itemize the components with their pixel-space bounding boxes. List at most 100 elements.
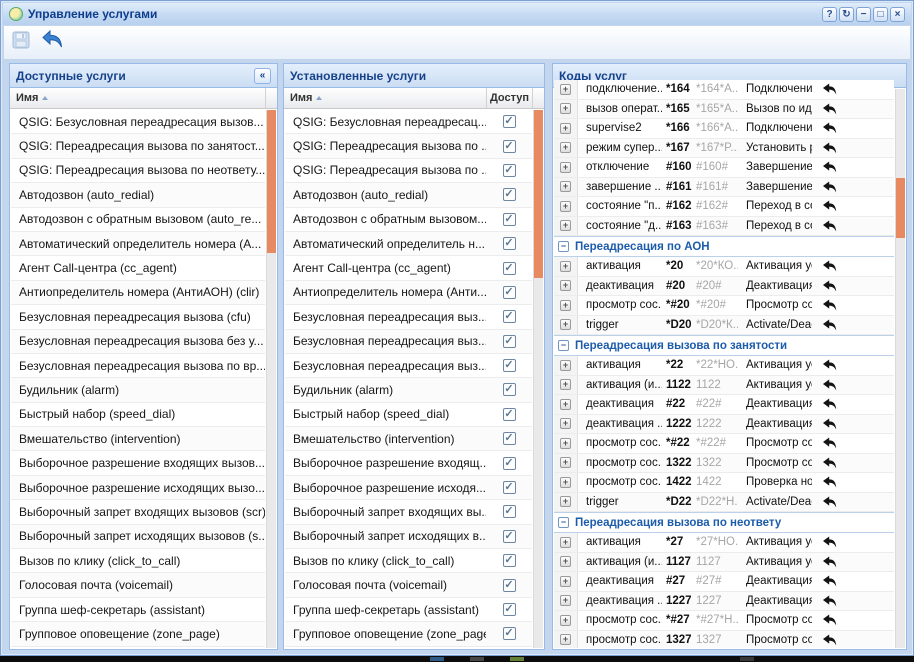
undo-code-button[interactable] bbox=[812, 181, 846, 193]
available-service-row[interactable]: Антиопределитель номера (АнтиАОН) (clir) bbox=[11, 281, 265, 305]
available-service-row[interactable]: Безусловная переадресация вызова по вр..… bbox=[11, 354, 265, 378]
available-service-row[interactable]: Агент Call-центра (cc_agent) bbox=[11, 256, 265, 280]
available-service-row[interactable]: QSIG: Переадресация вызова по занятост..… bbox=[11, 134, 265, 158]
expand-row-icon[interactable]: + bbox=[560, 123, 571, 134]
available-service-row[interactable]: Автодозвон с обратным вызовом (auto_re..… bbox=[11, 208, 265, 232]
access-checkbox[interactable]: ✓ bbox=[503, 457, 516, 470]
available-service-row[interactable]: Выборочный запрет входящих вызовов (scr) bbox=[11, 500, 265, 524]
available-scrollbar[interactable] bbox=[266, 110, 276, 648]
code-group-header[interactable]: −Переадресация по АОН bbox=[554, 236, 894, 257]
access-checkbox[interactable]: ✓ bbox=[503, 579, 516, 592]
collapse-group-icon[interactable]: − bbox=[558, 340, 569, 351]
access-checkbox[interactable]: ✓ bbox=[503, 213, 516, 226]
service-code-row[interactable]: +деактивация#22#22#Деактивация ... bbox=[554, 395, 894, 415]
collapse-panel-button[interactable]: « bbox=[254, 68, 271, 84]
undo-code-button[interactable] bbox=[812, 496, 846, 508]
undo-code-button[interactable] bbox=[812, 536, 846, 548]
service-code-row[interactable]: +подключение...*164*164*A...Подключение.… bbox=[554, 80, 894, 100]
service-code-row[interactable]: +состояние "п...#162#162#Переход в со... bbox=[554, 197, 894, 217]
undo-code-button[interactable] bbox=[812, 437, 846, 449]
installed-service-row[interactable]: Групповой вызов (cgg)✓ bbox=[285, 647, 532, 648]
codes-scrollbar-thumb[interactable] bbox=[896, 178, 905, 238]
access-checkbox[interactable]: ✓ bbox=[503, 262, 516, 275]
expand-row-icon[interactable]: + bbox=[560, 142, 571, 153]
code-group-header[interactable]: −Переадресация вызова по занятости bbox=[554, 335, 894, 356]
close-button[interactable]: × bbox=[890, 7, 905, 22]
expand-row-icon[interactable]: + bbox=[560, 261, 571, 272]
service-code-row[interactable]: +просмотр сос...13221322Просмотр со... bbox=[554, 454, 894, 474]
expand-row-icon[interactable]: + bbox=[560, 615, 571, 626]
installed-service-row[interactable]: Групповое оповещение (zone_page)✓ bbox=[285, 622, 532, 646]
service-code-row[interactable]: +просмотр сос...*#22*#22#Просмотр со... bbox=[554, 434, 894, 454]
expand-row-icon[interactable]: + bbox=[560, 576, 571, 587]
installed-scrollbar-thumb[interactable] bbox=[534, 110, 543, 278]
undo-code-button[interactable] bbox=[812, 359, 846, 371]
expand-row-icon[interactable]: + bbox=[560, 201, 571, 212]
available-service-row[interactable]: Групповой вызов (cgg) bbox=[11, 647, 265, 648]
undo-button[interactable] bbox=[42, 32, 64, 54]
access-checkbox[interactable]: ✓ bbox=[503, 505, 516, 518]
access-checkbox[interactable]: ✓ bbox=[503, 237, 516, 250]
expand-row-icon[interactable]: + bbox=[560, 181, 571, 192]
undo-code-button[interactable] bbox=[812, 595, 846, 607]
undo-code-button[interactable] bbox=[812, 476, 846, 488]
access-checkbox[interactable]: ✓ bbox=[503, 310, 516, 323]
service-code-row[interactable]: +просмотр сос...*#27*#27*Н...Просмотр со… bbox=[554, 611, 894, 631]
available-service-row[interactable]: Быстрый набор (speed_dial) bbox=[11, 403, 265, 427]
expand-row-icon[interactable]: + bbox=[560, 537, 571, 548]
access-checkbox[interactable]: ✓ bbox=[503, 603, 516, 616]
service-code-row[interactable]: +активация (и...11271127Активация ус... bbox=[554, 553, 894, 573]
available-service-row[interactable]: QSIG: Безусловная переадресация вызов... bbox=[11, 110, 265, 134]
service-code-row[interactable]: +активация*27*27*НО...Активация ус... bbox=[554, 533, 894, 553]
service-code-row[interactable]: +деактивация ...12221222Деактивация ... bbox=[554, 415, 894, 435]
undo-code-button[interactable] bbox=[812, 161, 846, 173]
expand-row-icon[interactable]: + bbox=[560, 477, 571, 488]
expand-row-icon[interactable]: + bbox=[560, 162, 571, 173]
installed-scrollbar[interactable] bbox=[533, 110, 543, 648]
service-code-row[interactable]: +активация*20*20*КО...Активация ус... bbox=[554, 257, 894, 277]
expand-row-icon[interactable]: + bbox=[560, 379, 571, 390]
installed-service-row[interactable]: Автоматический определитель н...✓ bbox=[285, 232, 532, 256]
undo-code-button[interactable] bbox=[812, 220, 846, 232]
available-service-row[interactable]: Выборочное разрешение исходящих вызо... bbox=[11, 476, 265, 500]
access-checkbox[interactable]: ✓ bbox=[503, 335, 516, 348]
installed-service-row[interactable]: Быстрый набор (speed_dial)✓ bbox=[285, 403, 532, 427]
installed-service-row[interactable]: Голосовая почта (voicemail)✓ bbox=[285, 573, 532, 597]
undo-code-button[interactable] bbox=[812, 260, 846, 272]
access-checkbox[interactable]: ✓ bbox=[503, 627, 516, 640]
access-checkbox[interactable]: ✓ bbox=[503, 115, 516, 128]
expand-row-icon[interactable]: + bbox=[560, 319, 571, 330]
installed-service-row[interactable]: Вмешательство (intervention)✓ bbox=[285, 427, 532, 451]
expand-row-icon[interactable]: + bbox=[560, 220, 571, 231]
service-code-row[interactable]: +завершение ...#161#161#Завершение ... bbox=[554, 178, 894, 198]
installed-service-row[interactable]: Безусловная переадресация выз...✓ bbox=[285, 354, 532, 378]
refresh-button[interactable]: ↻ bbox=[839, 7, 854, 22]
installed-service-row[interactable]: Выборочный запрет входящих вы...✓ bbox=[285, 500, 532, 524]
installed-service-row[interactable]: Безусловная переадресация выз...✓ bbox=[285, 305, 532, 329]
undo-code-button[interactable] bbox=[812, 299, 846, 311]
collapse-group-icon[interactable]: − bbox=[558, 241, 569, 252]
access-checkbox[interactable]: ✓ bbox=[503, 432, 516, 445]
column-header-access[interactable]: Доступ bbox=[486, 88, 532, 108]
undo-code-button[interactable] bbox=[812, 556, 846, 568]
service-code-row[interactable]: +отключение#160#160#Завершение ... bbox=[554, 158, 894, 178]
available-service-row[interactable]: Голосовая почта (voicemail) bbox=[11, 573, 265, 597]
expand-row-icon[interactable]: + bbox=[560, 360, 571, 371]
service-code-row[interactable]: +trigger*D20*D20*К...Activate/Deac... bbox=[554, 316, 894, 336]
service-code-row[interactable]: +supervise2*166*166*A...Подключение... bbox=[554, 119, 894, 139]
installed-service-row[interactable]: Будильник (alarm)✓ bbox=[285, 378, 532, 402]
installed-service-row[interactable]: Агент Call-центра (cc_agent)✓ bbox=[285, 256, 532, 280]
service-code-row[interactable]: +состояние "д...#163#163#Переход в со... bbox=[554, 217, 894, 237]
code-group-header[interactable]: −Переадресация вызова по неответу bbox=[554, 512, 894, 533]
expand-row-icon[interactable]: + bbox=[560, 84, 571, 95]
service-code-row[interactable]: +деактивация#20#20#Деактивация ... bbox=[554, 277, 894, 297]
service-code-row[interactable]: +просмотр сос...14221422Проверка но... bbox=[554, 473, 894, 493]
installed-service-row[interactable]: Автодозвон (auto_redial)✓ bbox=[285, 183, 532, 207]
undo-code-button[interactable] bbox=[812, 398, 846, 410]
expand-row-icon[interactable]: + bbox=[560, 556, 571, 567]
access-checkbox[interactable]: ✓ bbox=[503, 164, 516, 177]
installed-service-row[interactable]: QSIG: Безусловная переадресац...✓ bbox=[285, 110, 532, 134]
installed-service-row[interactable]: Выборочное разрешение входящ...✓ bbox=[285, 451, 532, 475]
access-checkbox[interactable]: ✓ bbox=[503, 188, 516, 201]
available-service-row[interactable]: Группа шеф-секретарь (assistant) bbox=[11, 598, 265, 622]
